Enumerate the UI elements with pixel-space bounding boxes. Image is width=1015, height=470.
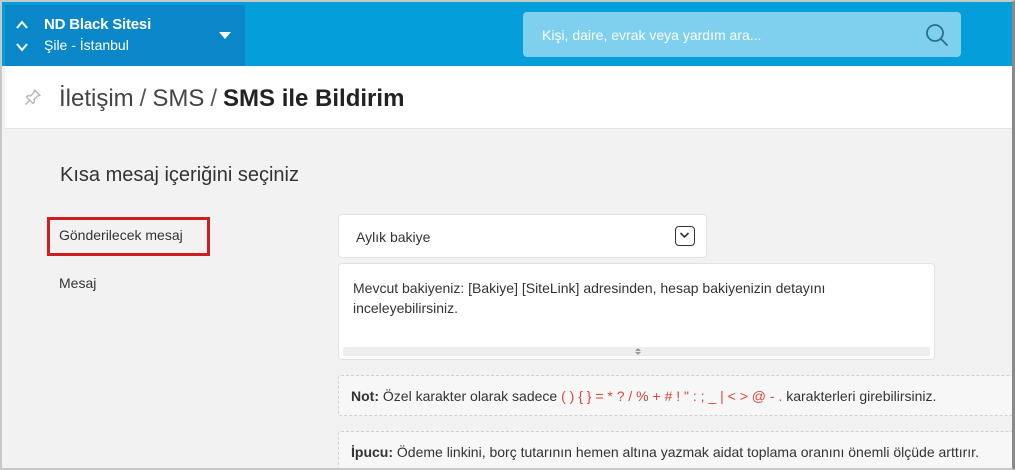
- search-input[interactable]: [523, 12, 903, 57]
- message-text[interactable]: Mevcut bakiyeniz: [Bakiye] [SiteLink] ad…: [353, 278, 913, 318]
- message-select-value: Aylık bakiye: [356, 229, 431, 245]
- tip-text: İpucu: Ödeme linkini, borç tutarının hem…: [351, 444, 979, 460]
- chevron-up-icon[interactable]: [15, 18, 29, 32]
- message-label: Mesaj: [59, 275, 97, 291]
- resize-handle[interactable]: [343, 347, 930, 356]
- app-window: ND Black Sitesi Şile - İstanbul İletişim…: [0, 0, 1015, 470]
- tip-prefix: İpucu:: [351, 444, 393, 460]
- message-textarea[interactable]: Mevcut bakiyeniz: [Bakiye] [SiteLink] ad…: [338, 263, 935, 360]
- chevron-down-icon[interactable]: [675, 226, 695, 246]
- breadcrumb-separator: /: [139, 85, 147, 112]
- site-selector[interactable]: ND Black Sitesi Şile - İstanbul: [5, 5, 245, 66]
- message-select[interactable]: Aylık bakiye: [338, 214, 707, 258]
- resize-grip-icon[interactable]: [632, 348, 644, 355]
- note-prefix: Not:: [351, 388, 379, 404]
- note-text: Not: Özel karakter olarak sadece ( ) { }…: [351, 388, 936, 404]
- main-content: Kısa mesaj içeriğini seçiniz Gönderilece…: [5, 130, 1012, 468]
- page-title: SMS ile Bildirim: [223, 85, 405, 112]
- section-title: Kısa mesaj içeriğini seçiniz: [60, 164, 299, 186]
- breadcrumb-item-iletisim[interactable]: İletişim: [59, 85, 134, 112]
- search-box: [523, 12, 961, 57]
- breadcrumb: İletişim / SMS / SMS ile Bildirim: [59, 85, 404, 113]
- breadcrumb-bar: İletişim / SMS / SMS ile Bildirim: [5, 66, 1012, 129]
- special-characters: ( ) { } = * ? / % + # ! " : ; _ | < > @ …: [561, 388, 783, 404]
- note-body: Özel karakter olarak sadece: [382, 388, 558, 404]
- note-suffix: karakterleri girebilirsiniz.: [786, 388, 937, 404]
- note-box: Not: Özel karakter olarak sadece ( ) { }…: [338, 375, 1012, 416]
- top-bar: ND Black Sitesi Şile - İstanbul: [2, 2, 1012, 66]
- chevron-down-icon[interactable]: [15, 40, 29, 54]
- pin-icon[interactable]: [24, 88, 42, 106]
- site-name: ND Black Sitesi: [44, 16, 152, 33]
- breadcrumb-item-sms[interactable]: SMS: [152, 85, 204, 112]
- message-select-label: Gönderilecek mesaj: [59, 227, 183, 243]
- site-city: Şile - İstanbul: [44, 37, 129, 53]
- breadcrumb-separator: /: [210, 85, 218, 112]
- tip-box: İpucu: Ödeme linkini, borç tutarının hem…: [338, 431, 1012, 468]
- caret-down-icon[interactable]: [219, 32, 231, 39]
- search-icon[interactable]: [925, 23, 949, 47]
- tip-body: Ödeme linkini, borç tutarının hemen altı…: [396, 444, 979, 460]
